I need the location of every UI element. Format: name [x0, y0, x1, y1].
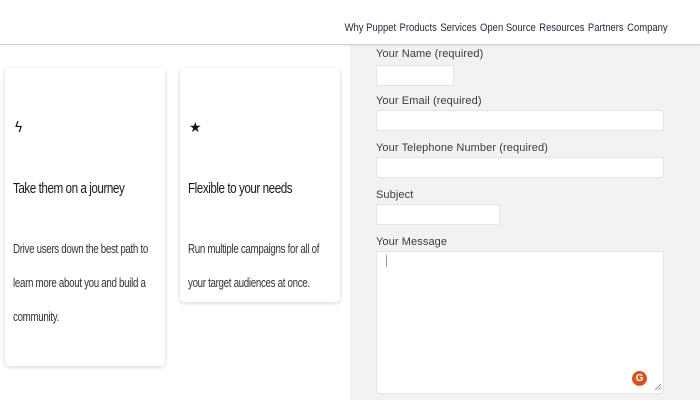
phone-field[interactable]	[376, 157, 664, 178]
nav-why-puppet[interactable]: Why Puppet	[345, 22, 397, 34]
message-label: Your Message	[376, 236, 448, 248]
grammarly-icon[interactable]: G	[632, 371, 647, 386]
subject-label: Subject	[376, 189, 414, 201]
feature-card-journey: ϟ Take them on a journey Drive users dow…	[5, 68, 165, 366]
card-title: Take them on a journey	[13, 180, 125, 197]
resize-handle-icon[interactable]	[655, 384, 661, 390]
card-title: Flexible to your needs	[188, 180, 293, 197]
star-icon: ★	[189, 120, 202, 136]
nav-services[interactable]: Services	[441, 22, 477, 34]
feature-card-flexible: ★ Flexible to your needs Run multiple ca…	[180, 68, 340, 302]
text-cursor	[386, 255, 387, 267]
nav-products[interactable]: Products	[400, 22, 437, 34]
lightning-icon: ϟ	[14, 120, 24, 136]
message-textarea[interactable]	[376, 251, 664, 394]
email-label: Your Email (required)	[376, 95, 482, 107]
nav-resources[interactable]: Resources	[540, 22, 585, 34]
name-field[interactable]	[376, 65, 454, 86]
nav-partners[interactable]: Partners	[588, 22, 624, 34]
contact-form: Your Name (required) Your Email (require…	[350, 44, 700, 400]
main-nav: Why Puppet Products Services Open Source…	[345, 22, 668, 34]
nav-open-source[interactable]: Open Source	[480, 22, 536, 34]
card-description: Drive users down the best path to learn …	[13, 242, 148, 324]
nav-company[interactable]: Company	[628, 22, 668, 34]
subject-field[interactable]	[376, 204, 500, 225]
card-description: Run multiple campaigns for all of your t…	[188, 242, 320, 290]
top-nav-bar: Why Puppet Products Services Open Source…	[0, 0, 700, 45]
email-field[interactable]	[376, 110, 664, 131]
phone-label: Your Telephone Number (required)	[376, 142, 548, 154]
name-label: Your Name (required)	[376, 48, 484, 60]
